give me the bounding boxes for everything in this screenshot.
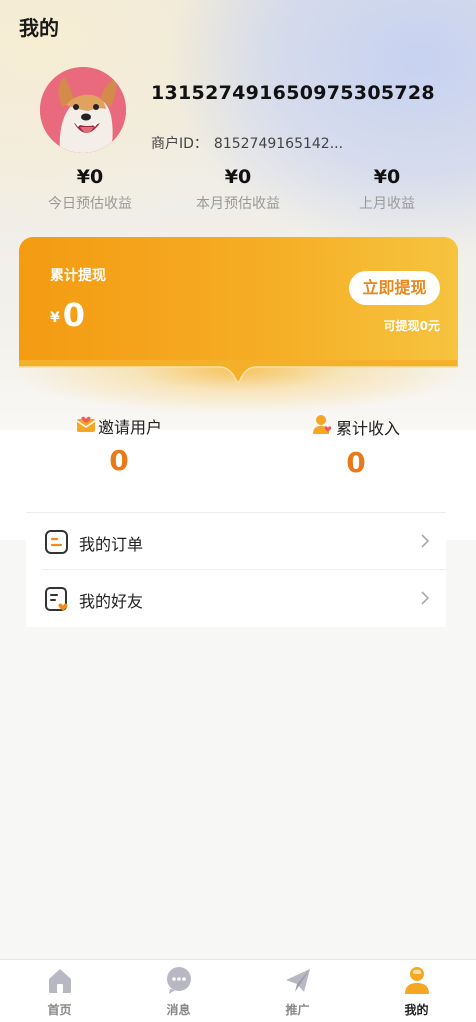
paper-plane-icon <box>283 965 313 999</box>
tab-home[interactable]: 首页 <box>0 960 119 1022</box>
summary-value: 0 <box>109 444 129 477</box>
chevron-right-icon <box>420 533 430 553</box>
tab-profile[interactable]: 我的 <box>357 960 476 1022</box>
message-icon <box>164 965 194 999</box>
summary-value: 0 <box>346 446 366 479</box>
stat-value: ¥0 <box>373 166 401 188</box>
page-title: 我的 <box>19 16 59 40</box>
avatar[interactable] <box>40 67 126 153</box>
stat-value: ¥0 <box>76 166 104 188</box>
stat-today-estimate: ¥0 今日预估收益 <box>15 166 165 213</box>
stat-month-estimate: ¥0 本月预估收益 <box>163 166 313 213</box>
mail-heart-icon <box>76 414 96 438</box>
summary-label: 邀请用户 <box>97 418 162 437</box>
merchant-id-value: 8152749165142... <box>213 136 344 152</box>
menu-item-my-orders[interactable]: 我的订单 <box>42 513 446 570</box>
chevron-right-icon <box>420 590 430 610</box>
menu-item-label: 我的好友 <box>79 592 144 611</box>
order-icon <box>44 529 70 559</box>
withdraw-total: ¥0 <box>50 296 85 334</box>
menu-item-my-friends[interactable]: 我的好友 <box>42 570 446 627</box>
stat-label: 本月预估收益 <box>196 196 280 212</box>
total-income-stat[interactable]: 累计收入 0 <box>256 414 456 479</box>
bottom-tab-bar: 首页 消息 推广 我的 <box>0 959 476 1022</box>
dog-avatar-icon <box>40 67 126 153</box>
stat-label: 今日预估收益 <box>48 196 132 212</box>
available-balance: 可提现0元 <box>383 319 440 333</box>
withdraw-amount: 0 <box>62 296 86 334</box>
menu-item-label: 我的订单 <box>79 535 144 554</box>
stat-value: ¥0 <box>224 166 252 188</box>
profile-icon <box>402 965 432 999</box>
tab-promote[interactable]: 推广 <box>238 960 357 1022</box>
friends-icon <box>44 586 70 618</box>
tab-label: 我的 <box>404 1003 429 1017</box>
stat-label: 上月收益 <box>359 196 415 212</box>
invite-users-stat[interactable]: 邀请用户 0 <box>19 414 219 477</box>
tab-label: 首页 <box>47 1003 72 1017</box>
summary-label: 累计收入 <box>335 419 400 438</box>
merchant-id: 商户ID： 8152749165142... <box>151 133 343 153</box>
stat-last-month: ¥0 上月收益 <box>312 166 462 213</box>
tab-label: 消息 <box>166 1003 191 1017</box>
username: 13152749165097530572​8 <box>151 82 435 104</box>
withdraw-card-notch <box>19 360 457 385</box>
user-heart-icon <box>312 414 334 440</box>
currency-symbol: ¥ <box>50 310 60 326</box>
home-icon <box>45 965 75 999</box>
tab-label: 推广 <box>285 1003 310 1017</box>
menu-list: 我的订单 我的好友 <box>26 512 446 627</box>
withdraw-now-button[interactable]: 立即提现 <box>349 271 440 305</box>
tab-messages[interactable]: 消息 <box>119 960 238 1022</box>
merchant-id-label: 商户ID： <box>151 136 208 152</box>
withdraw-card-title: 累计提现 <box>50 268 106 284</box>
